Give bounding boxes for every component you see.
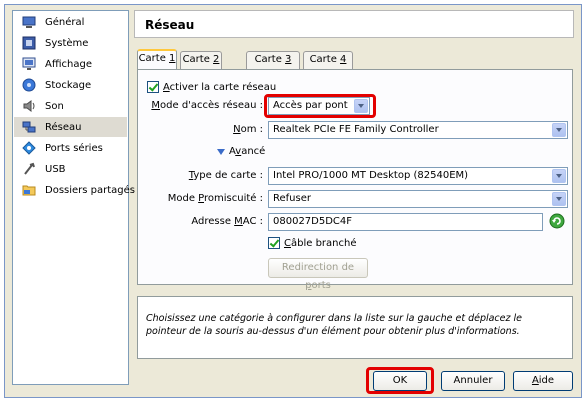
page-heading: Réseau — [134, 10, 574, 38]
adapter-type-select[interactable]: Intel PRO/1000 MT Desktop (82540EM) — [268, 167, 568, 185]
sidebar-item-label: Ports séries — [45, 142, 103, 154]
sidebar-item-network[interactable]: Réseau — [14, 117, 127, 137]
system-icon — [21, 35, 37, 51]
highlight-box — [264, 94, 376, 118]
page-title: Réseau — [145, 18, 195, 32]
attachment-mode-label: Mode d'accès réseau : — [151, 100, 263, 111]
expand-arrow-icon[interactable] — [217, 149, 225, 155]
tab-label-key: 4 — [340, 54, 347, 65]
sound-icon — [21, 98, 37, 114]
tab-label-pre: Carte — [309, 54, 341, 65]
sidebar-item-label: USB — [45, 163, 66, 175]
category-list: Général Système Affichage Stockage Son R… — [12, 10, 135, 385]
sidebar-item-system[interactable]: Système — [14, 33, 127, 53]
tab-label-key: 3 — [285, 54, 292, 65]
sidebar-item-label: Général — [45, 16, 85, 28]
tab-label-key: 2 — [213, 54, 220, 65]
sidebar-item-serial-ports[interactable]: Ports séries — [14, 138, 127, 158]
adapter-name-value: Realtek PCIe FE Family Controller — [273, 124, 439, 135]
highlight-box — [366, 367, 434, 394]
promiscuous-mode-label: Mode Promiscuité : — [167, 193, 263, 204]
tab-adapter-3[interactable]: Carte 3 — [246, 51, 300, 69]
info-text: Choisissez une catégorie à configurer da… — [146, 313, 522, 337]
tab-label-pre: Carte — [254, 54, 286, 65]
tab-label-key: 1 — [169, 53, 176, 64]
sidebar-item-display[interactable]: Affichage — [14, 54, 127, 74]
sidebar-item-label: Affichage — [45, 58, 92, 70]
mac-address-field[interactable]: 080027D5DC4F — [268, 213, 543, 231]
tab-label-pre: Carte — [138, 53, 170, 64]
chevron-down-icon — [552, 192, 566, 206]
sidebar-item-label: Réseau — [45, 121, 82, 133]
mac-address-label: Adresse MAC : — [191, 216, 263, 227]
tab-adapter-2[interactable]: Carte 2 — [180, 51, 222, 69]
tab-adapter-1[interactable]: Carte 1 — [137, 49, 177, 70]
promiscuous-mode-value: Refuser — [273, 193, 311, 204]
enable-adapter-checkbox[interactable] — [147, 81, 159, 93]
sidebar-item-sound[interactable]: Son — [14, 96, 127, 116]
advanced-toggle[interactable]: Avancé — [229, 146, 265, 157]
sidebar-item-label: Système — [45, 37, 89, 49]
adapter-name-label: Nom : — [233, 124, 263, 135]
tab-adapter-4[interactable]: Carte 4 — [303, 51, 353, 69]
general-icon — [21, 14, 37, 30]
storage-icon — [21, 77, 37, 93]
enable-adapter-label[interactable]: Activer la carte réseau — [163, 82, 276, 93]
cancel-button[interactable]: Annuler — [441, 371, 505, 391]
promiscuous-mode-select[interactable]: Refuser — [268, 190, 568, 208]
cable-connected-label[interactable]: Câble branché — [284, 238, 356, 249]
refresh-mac-icon[interactable] — [549, 213, 565, 229]
sidebar-item-label: Stockage — [45, 79, 92, 91]
sidebar-item-general[interactable]: Général — [14, 12, 127, 32]
chevron-down-icon — [552, 123, 566, 137]
serial-ports-icon — [21, 140, 37, 156]
display-icon — [21, 56, 37, 72]
adapter-type-value: Intel PRO/1000 MT Desktop (82540EM) — [273, 170, 469, 181]
network-icon — [21, 119, 37, 135]
adapter-type-label: Type de carte : — [188, 170, 263, 181]
port-forwarding-button[interactable]: Redirection de ports — [268, 258, 368, 291]
tab-label-pre: Carte — [182, 54, 214, 65]
sidebar-item-shared-folders[interactable]: Dossiers partagés — [14, 180, 135, 200]
mac-address-value: 080027D5DC4F — [273, 216, 353, 227]
sidebar-item-label: Son — [45, 100, 64, 112]
info-panel: Choisissez une catégorie à configurer da… — [137, 296, 573, 359]
sidebar-item-storage[interactable]: Stockage — [14, 75, 127, 95]
cable-connected-checkbox[interactable] — [268, 237, 280, 249]
shared-folders-icon — [21, 182, 37, 198]
usb-icon — [21, 161, 37, 177]
chevron-down-icon — [552, 169, 566, 183]
sidebar-item-label: Dossiers partagés — [45, 184, 136, 196]
adapter-name-select[interactable]: Realtek PCIe FE Family Controller — [268, 121, 568, 139]
help-button[interactable]: Aide — [513, 371, 573, 391]
sidebar-item-usb[interactable]: USB — [14, 159, 127, 179]
